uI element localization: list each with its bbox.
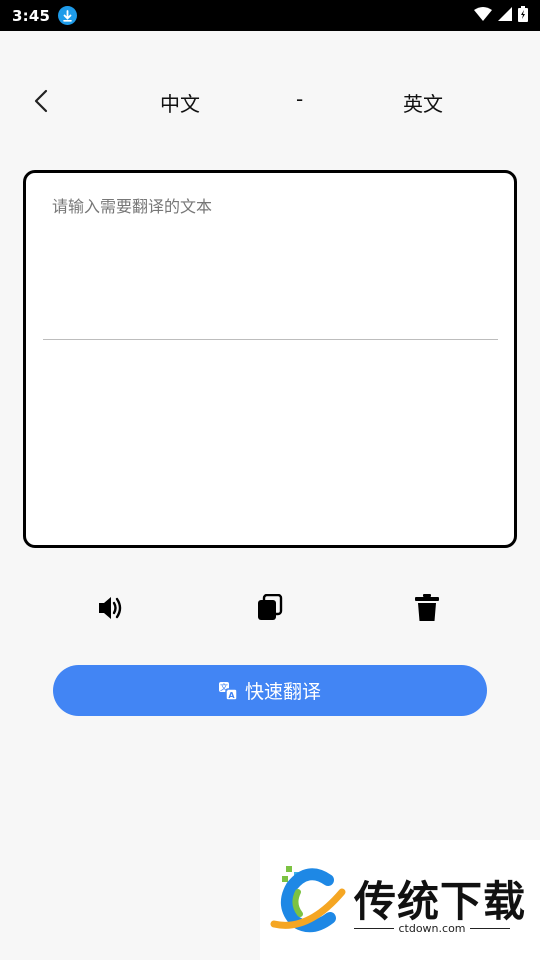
translate-button[interactable]: 文 A 快速翻译: [53, 665, 487, 716]
delete-button[interactable]: [407, 588, 447, 628]
source-text-input[interactable]: [44, 189, 498, 339]
status-bar: 3:45: [0, 0, 540, 31]
speaker-icon: [99, 597, 122, 619]
watermark-logo-icon: [270, 866, 346, 933]
svg-text:A: A: [228, 691, 235, 700]
translation-output: [44, 348, 498, 538]
watermark-domain-row: ctdown.com: [354, 922, 510, 935]
watermark: 传统下载 ctdown.com: [260, 840, 540, 960]
copy-button[interactable]: [250, 588, 290, 628]
watermark-brand: 传统下载: [354, 877, 527, 926]
wifi-icon: [474, 6, 492, 25]
svg-text:文: 文: [220, 682, 228, 692]
header: 中文 - 英文: [0, 78, 540, 126]
download-notification-icon: [58, 6, 78, 25]
back-button[interactable]: [26, 86, 56, 116]
chevron-left-icon: [34, 89, 48, 113]
trash-icon: [415, 594, 439, 621]
action-bar: [0, 588, 540, 628]
language-separator: -: [296, 87, 304, 111]
translate-button-label: 快速翻译: [244, 681, 321, 703]
translation-card: [23, 170, 517, 548]
target-language-selector[interactable]: 英文: [403, 88, 443, 117]
battery-icon: [518, 5, 528, 26]
status-indicators: [474, 5, 528, 26]
copy-icon: [258, 594, 283, 620]
translate-icon: 文 A: [218, 681, 237, 700]
source-language-selector[interactable]: 中文: [160, 88, 200, 117]
divider: [43, 339, 498, 340]
signal-icon: [498, 6, 512, 25]
watermark-domain: ctdown.com: [398, 922, 466, 935]
status-time: 3:45: [12, 6, 51, 25]
speak-button[interactable]: [92, 588, 132, 628]
